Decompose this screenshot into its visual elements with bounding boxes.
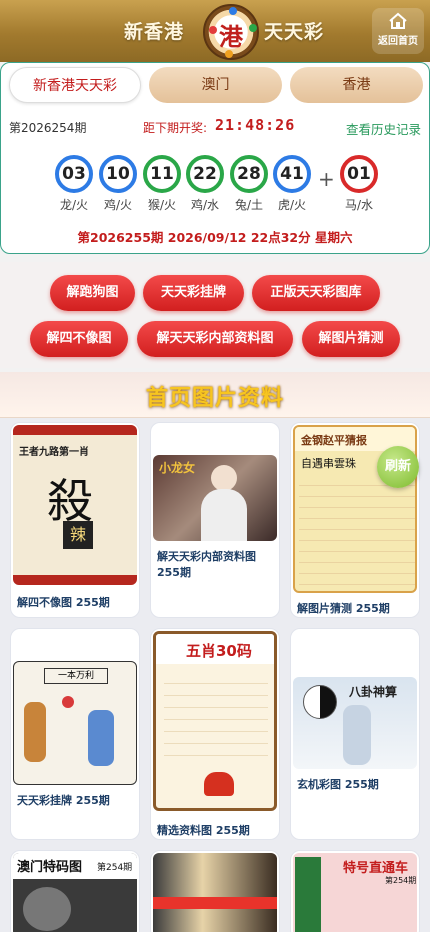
image-card[interactable]: 王者九路第一肖 殺 辣 解四不像图 255期 — [10, 422, 140, 618]
lottery-tabs: 新香港天天彩 澳门 香港 — [9, 67, 423, 105]
ball-label: 猴/火 — [147, 198, 177, 212]
ball-label: 鸡/火 — [103, 198, 133, 212]
card-image — [153, 853, 277, 932]
card-image: 王者九路第一肖 殺 辣 — [13, 425, 137, 585]
menu-button[interactable]: 解跑狗图 — [50, 275, 135, 311]
ball-number: 28 — [230, 155, 268, 193]
card-image-text: 小龙女 — [159, 461, 196, 475]
menu-button[interactable]: 正版天天彩图库 — [252, 275, 380, 311]
image-card[interactable]: 小龙女 解天天彩内部资料图 255期 — [150, 422, 280, 618]
card-image: 澳门特码图 第254期 — [13, 853, 137, 932]
menu-button[interactable]: 天天彩挂牌 — [143, 275, 244, 311]
card-caption: 玄机彩图 255期 — [297, 778, 379, 791]
card-image-text: 五肖30码 — [186, 642, 252, 660]
menu-button[interactable]: 解图片猜测 — [302, 321, 400, 357]
app-header: 新香港 港 天天彩 返回首页 — [0, 0, 430, 62]
home-icon — [389, 12, 407, 29]
image-card[interactable]: 澳门特码图 第254期 — [10, 850, 140, 932]
ball-number: 11 — [143, 155, 181, 193]
draw-result-card: 新香港天天彩 澳门 香港 第2026254期 距下期开奖: 21:48:26 查… — [0, 62, 430, 254]
countdown-timer: 21:48:26 — [215, 116, 296, 134]
card-image-text: 澳门特码图 — [17, 860, 83, 875]
next-draw-info: 第2026255期 2026/09/12 22点32分 星期六 — [77, 230, 353, 245]
image-card[interactable]: 八卦神算 玄机彩图 255期 — [290, 628, 420, 840]
card-image: 小龙女 — [153, 455, 277, 541]
refresh-button[interactable]: 刷新 — [377, 446, 419, 488]
section-title: 首页图片资料 — [145, 386, 284, 411]
result-balls: 03 龙/火 10 鸡/火 11 猴/火 22 鸡/水 28 兔/土 41 虎/… — [54, 155, 394, 215]
card-image-text: 第254期 — [385, 876, 417, 885]
header-title-left: 新香港 — [124, 21, 185, 43]
image-card[interactable]: 一本万利 天天彩挂牌 255期 — [10, 628, 140, 840]
home-button-label: 返回首页 — [378, 36, 418, 47]
card-caption: 解四不像图 255期 — [17, 596, 110, 609]
ball-number: 10 — [99, 155, 137, 193]
image-card[interactable]: 特号直通车 第254期 — [290, 850, 420, 932]
history-link[interactable]: 查看历史记录 — [346, 119, 421, 138]
ball-number: 01 — [340, 155, 378, 193]
quick-menu: 解跑狗图 天天彩挂牌 正版天天彩图库 解四不像图 解天天彩内部资料图 解图片猜测 — [0, 262, 430, 368]
menu-button[interactable]: 解四不像图 — [30, 321, 128, 357]
card-image-text: 自遇串雲珠 — [301, 457, 356, 470]
current-period: 第2026254期 — [9, 121, 87, 135]
card-image: 一本万利 — [13, 661, 137, 785]
logo-text: 港 — [219, 22, 243, 51]
plus-sign: + — [318, 167, 335, 191]
card-caption: 天天彩挂牌 255期 — [17, 794, 110, 807]
header-title-right: 天天彩 — [264, 21, 325, 43]
image-card[interactable] — [150, 850, 280, 932]
card-caption: 解天天彩内部资料图 255期 — [157, 550, 256, 579]
card-image: 五肖30码 — [153, 631, 277, 811]
ball-number: 22 — [186, 155, 224, 193]
card-caption: 精选资料图 255期 — [157, 824, 250, 837]
ball-label: 鸡/水 — [190, 198, 220, 212]
card-image-text: 第254期 — [97, 863, 133, 873]
card-image: 特号直通车 第254期 — [293, 853, 417, 932]
ball-label: 兔/土 — [234, 198, 264, 212]
result-ball: 22 鸡/水 — [185, 155, 225, 213]
tab-hongkong[interactable]: 香港 — [290, 67, 423, 103]
card-image: 八卦神算 — [293, 677, 417, 769]
ball-number: 41 — [273, 155, 311, 193]
result-ball: 11 猴/火 — [142, 155, 182, 213]
result-ball: 28 兔/土 — [229, 155, 269, 213]
card-image-text: 金钢赵平猜报 — [301, 434, 367, 447]
home-button[interactable]: 返回首页 — [372, 8, 424, 54]
ball-label: 龙/火 — [59, 198, 89, 212]
result-ball: 41 虎/火 — [272, 155, 312, 213]
card-image-text: 王者九路第一肖 — [19, 447, 89, 458]
special-ball: 01 马/水 — [339, 155, 379, 213]
ball-label: 虎/火 — [277, 198, 307, 212]
card-image-text: 辣 — [63, 521, 93, 549]
menu-button[interactable]: 解天天彩内部资料图 — [137, 321, 293, 357]
site-logo[interactable]: 港 — [203, 4, 259, 60]
ball-number: 03 — [55, 155, 93, 193]
countdown-label: 距下期开奖: — [143, 121, 208, 135]
tab-macau[interactable]: 澳门 — [149, 67, 282, 103]
result-ball: 10 鸡/火 — [98, 155, 138, 213]
card-image-text: 八卦神算 — [349, 685, 398, 699]
card-caption: 解图片猜测 255期 — [297, 602, 390, 615]
tab-xinxianggang[interactable]: 新香港天天彩 — [9, 67, 141, 103]
image-card[interactable]: 五肖30码 精选资料图 255期 — [150, 628, 280, 840]
result-ball: 03 龙/火 — [54, 155, 94, 213]
card-image-text: 特号直通车 — [343, 861, 409, 876]
card-image-text: 一本万利 — [44, 668, 108, 684]
image-grid: 王者九路第一肖 殺 辣 解四不像图 255期 小龙女 解天天彩内部资料图 255… — [0, 418, 430, 932]
section-header: 首页图片资料 — [0, 372, 430, 418]
ball-label: 马/水 — [344, 198, 374, 212]
